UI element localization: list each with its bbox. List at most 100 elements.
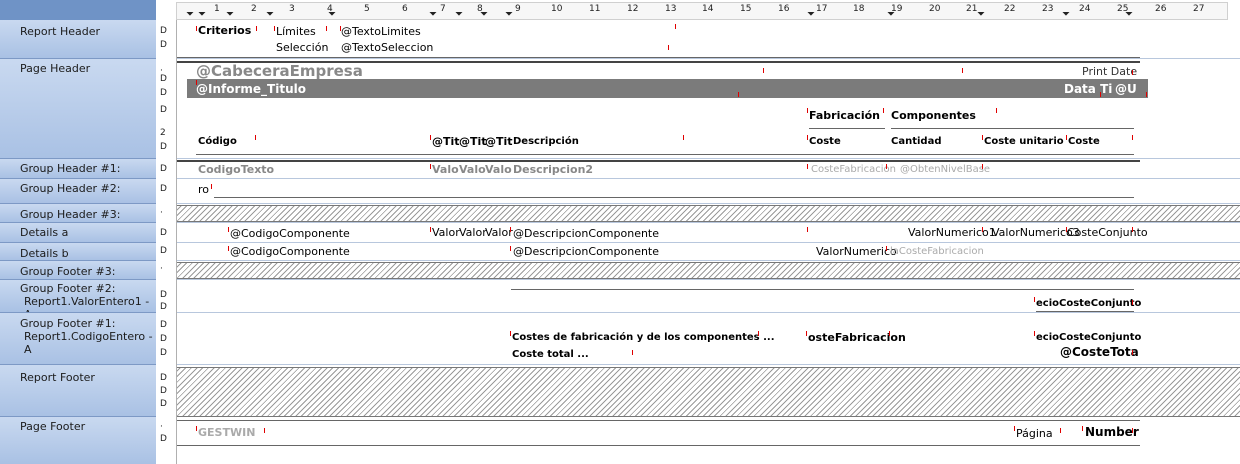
field-valor-1[interactable]: Valor xyxy=(432,226,460,239)
field-cabecera-empresa[interactable]: @CabeceraEmpresa xyxy=(196,63,363,80)
header-titulo-3[interactable]: @Tit xyxy=(485,135,513,148)
down-arrow-icon[interactable]: D xyxy=(160,164,167,174)
selection-handle xyxy=(883,108,887,113)
down-arrow-icon[interactable]: D xyxy=(160,142,167,152)
down-arrow-icon[interactable]: D xyxy=(160,246,167,256)
field-codigo-componente[interactable]: @CodigoComponente xyxy=(230,245,350,258)
field-descripcion-componente[interactable]: @DescripcionComponente xyxy=(513,245,659,258)
tab-stop-icon[interactable]: ⏷ xyxy=(198,9,206,20)
label-costes-fabricacion[interactable]: Costes de fabricación y de los component… xyxy=(512,331,775,344)
field-codigo-texto[interactable]: CodigoTexto xyxy=(198,163,274,176)
band-group-header-1[interactable] xyxy=(156,159,1240,179)
tab-stop-icon[interactable]: ⏷ xyxy=(266,9,274,20)
down-arrow-icon[interactable]: D xyxy=(160,399,167,409)
field-seleccion[interactable]: Selección xyxy=(276,41,328,54)
field-user[interactable]: @U xyxy=(1115,83,1137,96)
header-componentes[interactable]: Componentes xyxy=(891,109,976,122)
tab-stop-icon[interactable]: ⏷ xyxy=(977,9,985,20)
field-obten-nivel-base[interactable]: @ObtenNivelBase xyxy=(900,163,990,176)
section-report-header[interactable]: Report Header xyxy=(0,20,156,59)
down-arrow-icon[interactable]: D xyxy=(160,88,167,98)
section-report-footer[interactable]: Report Footer xyxy=(0,365,156,417)
field-ro[interactable]: ro xyxy=(198,183,209,196)
header-coste[interactable]: Coste xyxy=(809,135,841,148)
field-coste-total[interactable]: @CosteTota xyxy=(1060,346,1139,359)
tab-stop-icon[interactable]: ⏷ xyxy=(1125,9,1133,20)
down-arrow-icon[interactable]: D xyxy=(160,386,167,396)
tab-stop-icon[interactable]: ⏷ xyxy=(455,9,463,20)
field-valor-numerico[interactable]: ValorNumerico xyxy=(816,245,897,258)
field-descripcion2[interactable]: Descripcion2 xyxy=(513,163,593,176)
down-arrow-icon[interactable]: D xyxy=(160,320,167,330)
tab-stop-icon[interactable]: ⏷ xyxy=(505,9,513,20)
selection-handle xyxy=(1034,297,1038,302)
tab-stop-icon[interactable]: ⏷ xyxy=(807,9,815,20)
down-arrow-icon[interactable]: D xyxy=(160,290,167,300)
field-pagina[interactable]: Página xyxy=(1016,427,1053,440)
field-valor-2[interactable]: Valo xyxy=(459,163,486,176)
field-texto-seleccion[interactable]: @TextoSeleccion xyxy=(341,41,433,54)
section-group-footer-3[interactable]: Group Footer #3: xyxy=(0,261,156,280)
field-la-coste-fabricacion[interactable]: laCosteFabricacion xyxy=(890,245,984,258)
field-valor-2[interactable]: Valor xyxy=(459,226,487,239)
field-precio-coste-conjunto[interactable]: ecioCosteConjunto xyxy=(1036,297,1141,310)
section-page-footer[interactable]: Page Footer xyxy=(0,417,156,464)
horizontal-ruler[interactable]: 1 2 3 4 5 6 7 8 9 10 11 12 13 14 15 16 1… xyxy=(176,2,1228,20)
field-print-date[interactable]: Print Date xyxy=(1082,65,1137,78)
field-precio-coste-conjunto[interactable]: ecioCosteConjunto xyxy=(1036,331,1141,344)
band-page-footer[interactable] xyxy=(156,417,1240,464)
header-fabricacion[interactable]: Fabricación xyxy=(809,109,880,122)
down-arrow-icon[interactable]: D xyxy=(160,184,167,194)
header-descripcion[interactable]: Descripción xyxy=(513,135,579,148)
section-group-header-2[interactable]: Group Header #2: xyxy=(0,179,156,204)
down-arrow-icon[interactable]: D xyxy=(160,373,167,383)
field-valor-1[interactable]: Valo xyxy=(432,163,459,176)
header-coste-2[interactable]: Coste xyxy=(1068,135,1100,148)
down-arrow-icon[interactable]: D xyxy=(160,105,167,115)
tab-stop-icon[interactable]: ⏷ xyxy=(226,9,234,20)
ruler-number: 23 xyxy=(1042,4,1054,14)
field-descripcion-componente[interactable]: @DescripcionComponente xyxy=(513,227,659,240)
down-arrow-icon[interactable]: D xyxy=(160,302,167,312)
tab-stop-icon[interactable]: ⏷ xyxy=(887,9,895,20)
ruler-number: 9 xyxy=(515,4,521,14)
section-group-footer-1[interactable]: Group Footer #1: Report1.CodigoEntero - A xyxy=(0,313,156,365)
band-group-header-2[interactable] xyxy=(156,179,1240,204)
header-cantidad[interactable]: Cantidad xyxy=(891,135,941,148)
section-details-a[interactable]: Details a xyxy=(0,223,156,243)
field-valor-3[interactable]: Valor xyxy=(485,226,513,239)
tab-stop-icon[interactable]: ⏷ xyxy=(1062,9,1070,20)
header-titulo-2[interactable]: @Tit xyxy=(459,135,487,148)
header-titulo-1[interactable]: @Tit xyxy=(432,135,460,148)
field-coste-fabricacion[interactable]: CosteFabricacion xyxy=(811,163,896,176)
down-arrow-icon[interactable]: D xyxy=(160,348,167,358)
section-group-footer-2[interactable]: Group Footer #2:Report1.ValorEntero1 - A xyxy=(0,280,156,313)
header-coste-unitario[interactable]: Coste unitario xyxy=(984,135,1064,148)
section-group-header-1[interactable]: Group Header #1: xyxy=(0,159,156,179)
section-details-b[interactable]: Details b xyxy=(0,243,156,261)
field-informe-titulo[interactable]: @Informe_Titulo xyxy=(196,83,306,96)
field-data-time[interactable]: Data Ti xyxy=(1064,83,1112,96)
down-arrow-icon[interactable]: D xyxy=(160,26,167,36)
header-codigo[interactable]: Código xyxy=(198,135,237,148)
field-valor-3[interactable]: Valo xyxy=(485,163,512,176)
tab-stop-icon[interactable]: ⏷ xyxy=(186,9,194,20)
field-limites[interactable]: Límites xyxy=(276,25,316,38)
field-criterios[interactable]: Criterios xyxy=(198,24,251,37)
down-arrow-icon[interactable]: D xyxy=(160,434,167,444)
field-page-number[interactable]: Number xyxy=(1085,426,1139,439)
down-arrow-icon[interactable]: D xyxy=(160,74,167,84)
field-texto-limites[interactable]: @TextoLimites xyxy=(341,25,421,38)
down-arrow-icon[interactable]: D xyxy=(160,228,167,238)
label-coste-total[interactable]: Coste total ... xyxy=(512,348,589,361)
tab-stop-icon[interactable]: ⏷ xyxy=(429,9,437,20)
tab-stop-icon[interactable]: ⏷ xyxy=(328,9,336,20)
field-gestwin[interactable]: GESTWIN xyxy=(198,426,255,439)
field-codigo-componente[interactable]: @CodigoComponente xyxy=(230,227,350,240)
selection-handle xyxy=(1146,92,1150,97)
down-arrow-icon[interactable]: D xyxy=(160,334,167,344)
tab-stop-icon[interactable]: ⏷ xyxy=(480,9,488,20)
down-arrow-icon[interactable]: D xyxy=(160,40,167,50)
section-group-header-3[interactable]: Group Header #3: xyxy=(0,204,156,223)
section-page-header[interactable]: Page Header xyxy=(0,59,156,159)
